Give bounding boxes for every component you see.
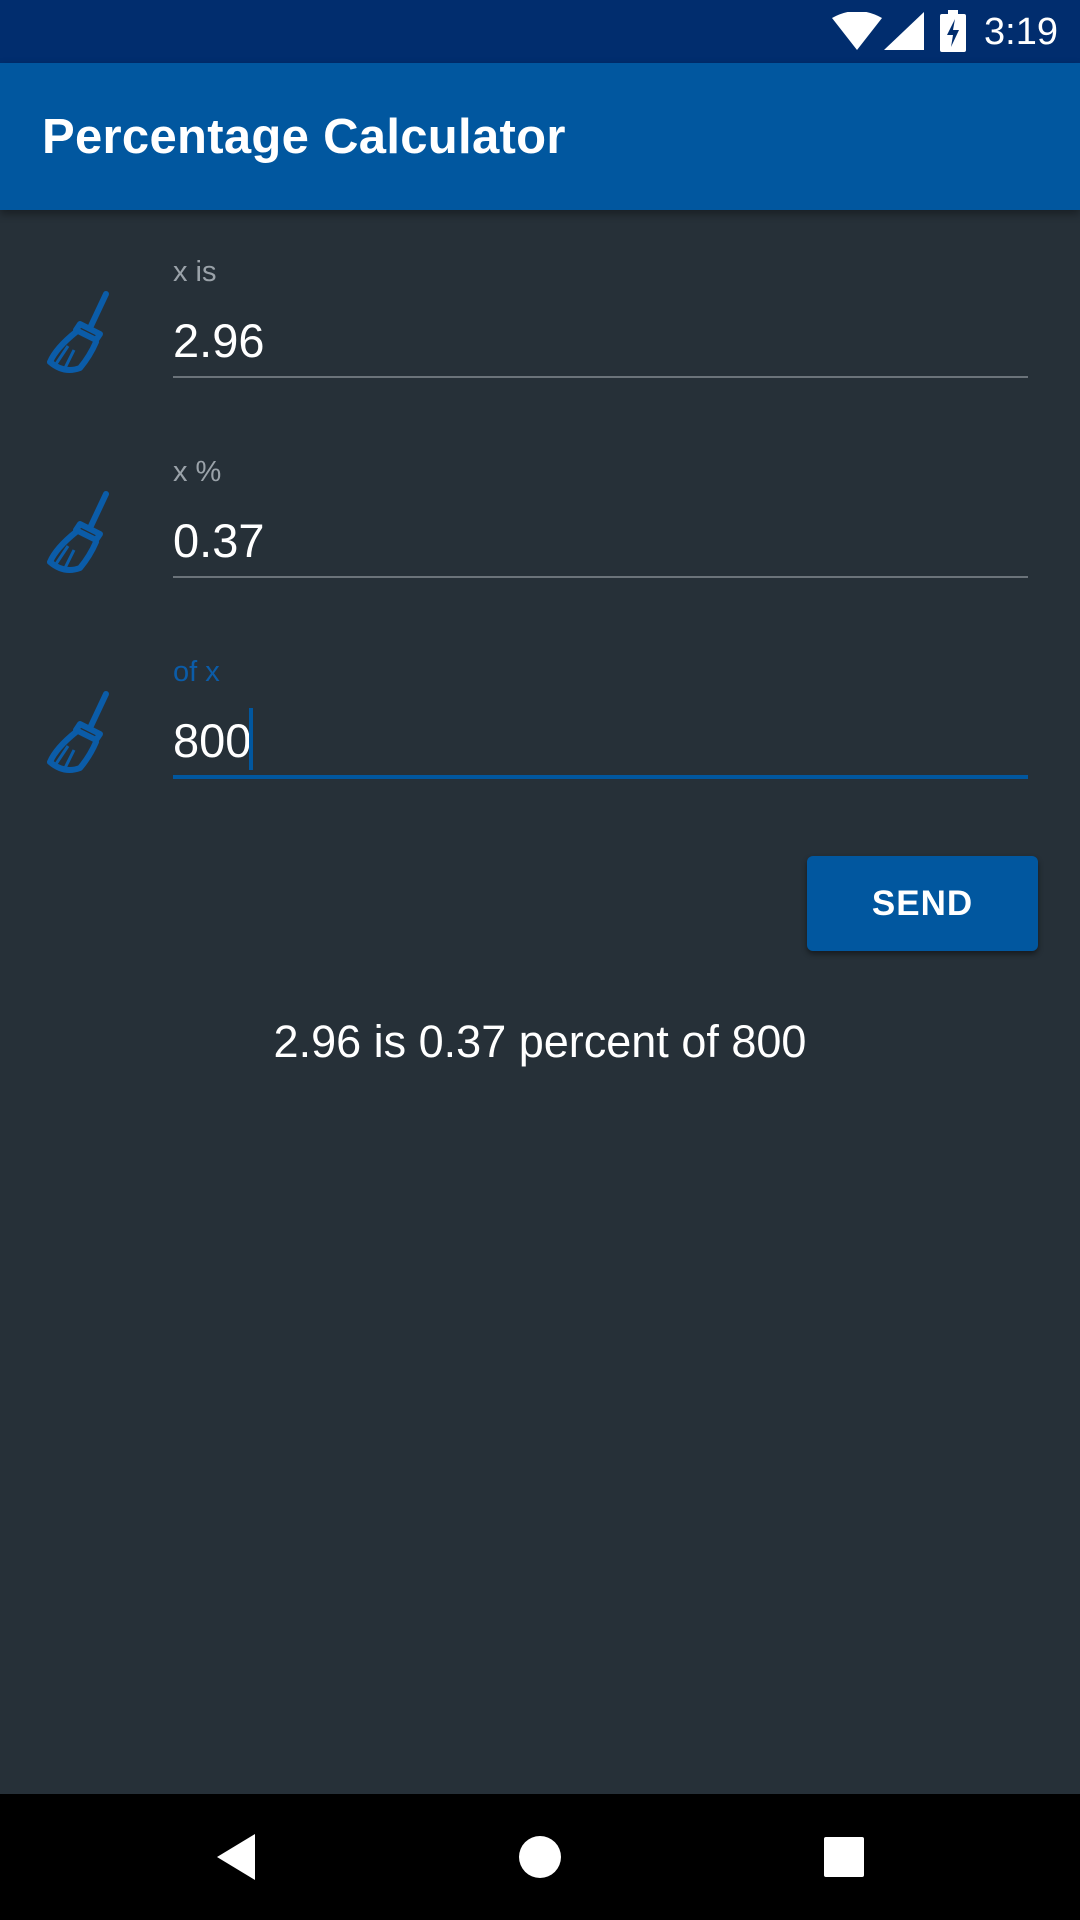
recents-icon[interactable]	[811, 1824, 877, 1890]
back-icon[interactable]	[203, 1824, 269, 1890]
text-cursor	[249, 708, 253, 770]
field-underline	[173, 775, 1028, 779]
field-underline	[173, 576, 1028, 578]
broom-icon[interactable]	[46, 690, 116, 774]
field-x-percent: x %	[0, 450, 1080, 620]
field-label: x is	[173, 256, 217, 288]
field-underline	[173, 376, 1028, 378]
battery-charging-icon	[940, 10, 966, 52]
result-text: 2.96 is 0.37 percent of 800	[273, 1016, 807, 1067]
x-is-input[interactable]	[173, 308, 1028, 374]
send-button[interactable]: SEND	[807, 856, 1038, 951]
field-label: x %	[173, 456, 222, 488]
status-clock: 3:19	[984, 11, 1058, 53]
page-title: Percentage Calculator	[42, 110, 566, 164]
of-x-input[interactable]	[173, 708, 1028, 774]
field-of-x: of x	[0, 650, 1080, 820]
nav-bar	[0, 1794, 1080, 1920]
wifi-icon	[832, 12, 882, 50]
status-bar: 3:19	[0, 0, 1080, 63]
app-bar: Percentage Calculator	[0, 63, 1080, 210]
broom-icon[interactable]	[46, 290, 116, 374]
broom-icon[interactable]	[46, 490, 116, 574]
x-percent-input[interactable]	[173, 508, 1028, 574]
screen: 3:19 Percentage Calculator x is 2.96 x %…	[0, 0, 1080, 1920]
field-x-is: x is	[0, 250, 1080, 420]
cell-signal-icon	[884, 12, 924, 50]
field-label: of x	[173, 656, 220, 688]
home-icon[interactable]	[507, 1824, 573, 1890]
